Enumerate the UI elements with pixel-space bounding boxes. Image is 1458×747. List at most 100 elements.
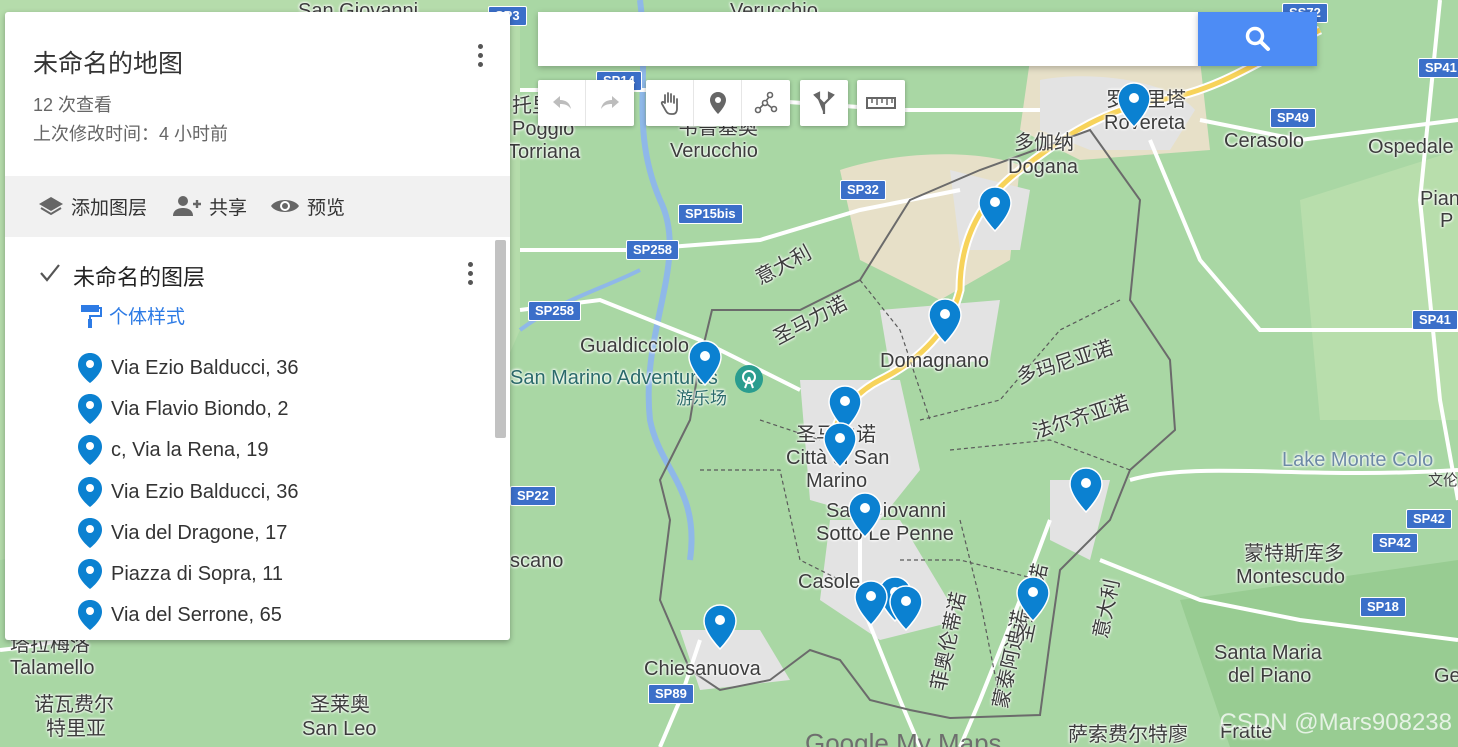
place-label: San Leo	[302, 718, 377, 740]
marker-icon	[78, 435, 102, 465]
marker-icon	[78, 394, 102, 424]
list-item[interactable]: Piazza di Sopra, 11	[77, 557, 283, 591]
map-pin[interactable]	[889, 585, 923, 631]
road-label: SP42	[1372, 533, 1418, 553]
ruler-icon	[866, 97, 896, 109]
place-label: 萨索费尔特廖	[1068, 724, 1188, 746]
map-pin[interactable]	[854, 580, 888, 626]
search-icon	[1245, 26, 1270, 51]
redo-button[interactable]	[586, 80, 634, 126]
road-label: SP18	[1360, 597, 1406, 617]
place-label: 诺瓦费尔	[34, 694, 114, 716]
place-label: 蒙特斯库多	[1244, 543, 1344, 565]
add-layer-button[interactable]: 添加图层	[37, 192, 147, 220]
list-item[interactable]: Via Flavio Biondo, 2	[77, 392, 289, 426]
road-label: SP258	[626, 240, 680, 260]
eye-icon	[271, 200, 299, 212]
place-label: Domagnano	[880, 350, 989, 372]
map-options-menu-button[interactable]	[469, 40, 491, 74]
draw-line-button[interactable]	[742, 80, 790, 126]
measure-toolbar	[857, 80, 905, 126]
redo-icon	[601, 96, 619, 109]
list-item-label: c, Via la Rena, 19	[111, 438, 269, 461]
list-item-label: Piazza di Sopra, 11	[111, 562, 283, 585]
place-label: Casole	[798, 571, 861, 593]
add-layer-label: 添加图层	[71, 197, 148, 219]
marker-icon	[78, 477, 102, 507]
marker-icon	[78, 559, 102, 589]
preview-button[interactable]: 预览	[269, 192, 345, 220]
panel-actions: 添加图层 共享 预览	[5, 176, 510, 237]
list-item[interactable]: Via del Serrone, 65	[77, 598, 282, 632]
watermark: CSDN @Mars908238	[1219, 709, 1452, 736]
layer-options-menu-button[interactable]	[459, 258, 481, 292]
draw-line-icon	[754, 91, 778, 114]
place-label: 多伽纳	[1014, 132, 1074, 154]
individual-style-link[interactable]: 个体样式	[79, 302, 185, 329]
list-item[interactable]: Via del Dragone, 17	[77, 516, 287, 550]
map-pin[interactable]	[823, 422, 857, 468]
hand-icon	[660, 92, 678, 115]
add-directions-button[interactable]	[800, 80, 848, 126]
hand-tool-button[interactable]	[646, 80, 694, 126]
marker-icon	[709, 92, 726, 114]
map-pin[interactable]	[1016, 576, 1050, 622]
road-label: SP42	[1406, 509, 1452, 529]
map-pin[interactable]	[1117, 82, 1151, 128]
list-item-label: Via del Dragone, 17	[111, 521, 288, 544]
road-label: SP258	[528, 301, 582, 321]
amusement-park-icon	[735, 365, 763, 393]
place-label: del Piano	[1228, 665, 1312, 687]
road-label: SP49	[1270, 108, 1316, 128]
search-input[interactable]	[538, 12, 1198, 66]
scrollbar-thumb[interactable]	[495, 240, 506, 438]
place-label: 圣莱奥	[310, 694, 370, 716]
add-person-icon	[173, 196, 201, 216]
layers-icon	[39, 197, 63, 216]
map-pin[interactable]	[688, 340, 722, 386]
map-pin[interactable]	[978, 186, 1012, 232]
directions-toolbar	[800, 80, 848, 126]
place-label: P	[1440, 210, 1454, 232]
place-label: Pian	[1420, 188, 1458, 210]
list-item[interactable]: c, Via la Rena, 19	[77, 433, 269, 467]
map-pin[interactable]	[928, 298, 962, 344]
place-label: 特里亚	[46, 718, 106, 740]
search-button[interactable]	[1198, 12, 1317, 66]
undo-button[interactable]	[538, 80, 586, 126]
measure-button[interactable]	[857, 80, 905, 126]
road-label: SP32	[840, 180, 886, 200]
place-label: Gualdicciolo	[580, 335, 689, 357]
marker-icon	[78, 353, 102, 383]
place-label: San Giovanni	[826, 500, 947, 522]
map-pin[interactable]	[703, 604, 737, 650]
share-button[interactable]: 共享	[171, 192, 247, 220]
undo-icon	[552, 96, 571, 109]
list-item-label: Via Ezio Balducci, 36	[111, 480, 299, 503]
map-pin[interactable]	[1069, 467, 1103, 513]
road-label: SP22	[510, 486, 556, 506]
view-count: 12 次查看	[33, 95, 113, 115]
last-modified: 上次修改时间：4 小时前	[33, 124, 229, 144]
paint-roller-icon	[81, 304, 102, 328]
place-label: 文伦	[1428, 472, 1458, 489]
road-label: SP89	[648, 684, 694, 704]
map-title[interactable]: 未命名的地图	[33, 44, 183, 80]
place-label: Marino	[806, 470, 868, 492]
history-toolbar	[538, 80, 634, 126]
road-label: SP41	[1412, 310, 1458, 330]
road-label: SP15bis	[678, 204, 743, 224]
marker-icon	[78, 518, 102, 548]
place-label: 游乐场	[676, 389, 727, 408]
place-label: Sotto Le Penne	[816, 523, 954, 545]
list-item-label: Via del Serrone, 65	[111, 603, 282, 626]
map-pin[interactable]	[848, 492, 882, 538]
map-legend-panel: 未命名的地图 12 次查看 上次修改时间：4 小时前 添加图层 共享 预览 未命…	[5, 12, 510, 640]
list-item[interactable]: Via Ezio Balducci, 36	[77, 475, 299, 509]
add-marker-button[interactable]	[694, 80, 742, 126]
place-label: Ge	[1434, 665, 1458, 687]
place-label: Torriana	[508, 141, 581, 163]
layer-name[interactable]: 未命名的图层	[73, 260, 205, 292]
list-item[interactable]: Via Ezio Balducci, 36	[77, 351, 299, 385]
layer-checkbox[interactable]	[39, 262, 61, 284]
